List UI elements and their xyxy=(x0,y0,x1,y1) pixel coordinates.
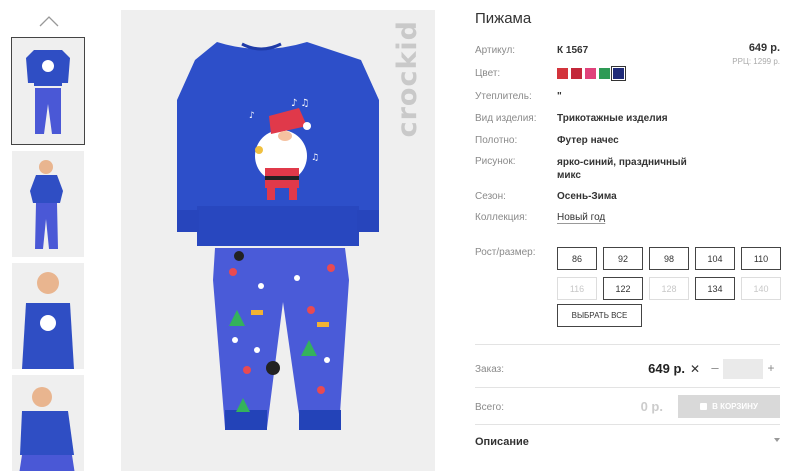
svg-text:♫: ♫ xyxy=(311,153,319,163)
size-option[interactable]: 98 xyxy=(649,247,689,270)
collection-link[interactable]: Новый год xyxy=(557,212,605,223)
size-option[interactable]: 110 xyxy=(741,247,781,270)
size-option[interactable]: 86 xyxy=(557,247,597,270)
divider xyxy=(475,424,780,425)
attr-label: Рисунок: xyxy=(475,156,516,167)
color-swatch-green[interactable] xyxy=(599,68,610,79)
cart-icon xyxy=(700,403,708,410)
quantity-decrease-button[interactable]: – xyxy=(708,360,722,376)
attr-label: Цвет: xyxy=(475,68,501,79)
color-swatch-crimson[interactable] xyxy=(571,68,582,79)
attr-label: Полотно: xyxy=(475,135,518,146)
thumbnail-4[interactable] xyxy=(12,375,84,471)
attr-value: Осень-Зима xyxy=(557,191,617,202)
attr-label: Артикул: xyxy=(475,45,516,56)
order-label: Заказ: xyxy=(475,364,505,375)
size-option[interactable]: 122 xyxy=(603,277,643,300)
attr-value: " xyxy=(557,91,562,102)
add-to-cart-button[interactable]: В КОРЗИНУ xyxy=(678,395,780,418)
attr-label: Сезон: xyxy=(475,191,506,202)
thumbnail-image xyxy=(12,263,84,369)
total-label: Всего: xyxy=(475,402,504,413)
brand-watermark: crockid xyxy=(392,20,423,138)
recommended-retail-price: РРЦ: 1299 р. xyxy=(732,57,780,66)
size-option[interactable]: 92 xyxy=(603,247,643,270)
thumbnail-image xyxy=(12,38,84,144)
product-main-image[interactable]: ♪ ♫ ♪ ♫ crockid xyxy=(121,10,435,471)
thumbnail-1[interactable] xyxy=(11,37,85,145)
attr-value: К 1567 xyxy=(557,45,589,56)
attr-label: Утеплитель: xyxy=(475,91,532,102)
quantity-input[interactable] xyxy=(723,359,763,379)
attr-label: Коллекция: xyxy=(475,212,528,223)
svg-text:♪: ♪ xyxy=(249,111,255,121)
attr-value: ярко-синий, праздничный микс xyxy=(557,157,687,181)
size-option-disabled: 140 xyxy=(741,277,781,300)
thumbnail-image xyxy=(12,375,84,471)
pajama-illustration: ♪ ♫ ♪ ♫ xyxy=(177,42,379,430)
description-toggle[interactable]: Описание xyxy=(475,436,529,448)
attr-label: Вид изделия: xyxy=(475,113,537,124)
chevron-up-icon xyxy=(39,16,59,27)
quantity-increase-button[interactable]: + xyxy=(765,360,777,376)
sizes-label: Рост/размер: xyxy=(475,247,536,258)
thumbnail-image xyxy=(12,151,84,257)
color-swatch-red[interactable] xyxy=(557,68,568,79)
attr-value: Трикотажные изделия xyxy=(557,113,668,124)
size-option[interactable]: 134 xyxy=(695,277,735,300)
size-option-disabled: 128 xyxy=(649,277,689,300)
size-option-disabled: 116 xyxy=(557,277,597,300)
total-value: 0 р. xyxy=(640,399,663,414)
thumbnail-2[interactable] xyxy=(12,151,84,257)
svg-text:♪ ♫: ♪ ♫ xyxy=(291,98,310,109)
size-option[interactable]: 104 xyxy=(695,247,735,270)
select-all-sizes-button[interactable]: ВЫБРАТЬ ВСЕ xyxy=(557,304,642,327)
add-to-cart-label: В КОРЗИНУ xyxy=(712,402,758,411)
attr-value: Футер начес xyxy=(557,135,619,146)
divider xyxy=(475,344,780,345)
divider xyxy=(475,387,780,388)
thumbnail-3[interactable] xyxy=(12,263,84,369)
color-swatches xyxy=(557,66,626,81)
color-swatch-navy[interactable] xyxy=(611,66,626,81)
multiply-icon: ✕ xyxy=(690,362,701,376)
product-title: Пижама xyxy=(475,10,532,27)
size-grid: 86 92 98 104 110 116 122 128 134 140 xyxy=(557,247,781,300)
product-price: 649 р. xyxy=(748,42,780,54)
color-swatch-pink[interactable] xyxy=(585,68,596,79)
order-price: 649 р. xyxy=(648,361,685,376)
thumbs-prev-button[interactable] xyxy=(36,12,62,30)
chevron-down-icon[interactable] xyxy=(774,438,780,442)
